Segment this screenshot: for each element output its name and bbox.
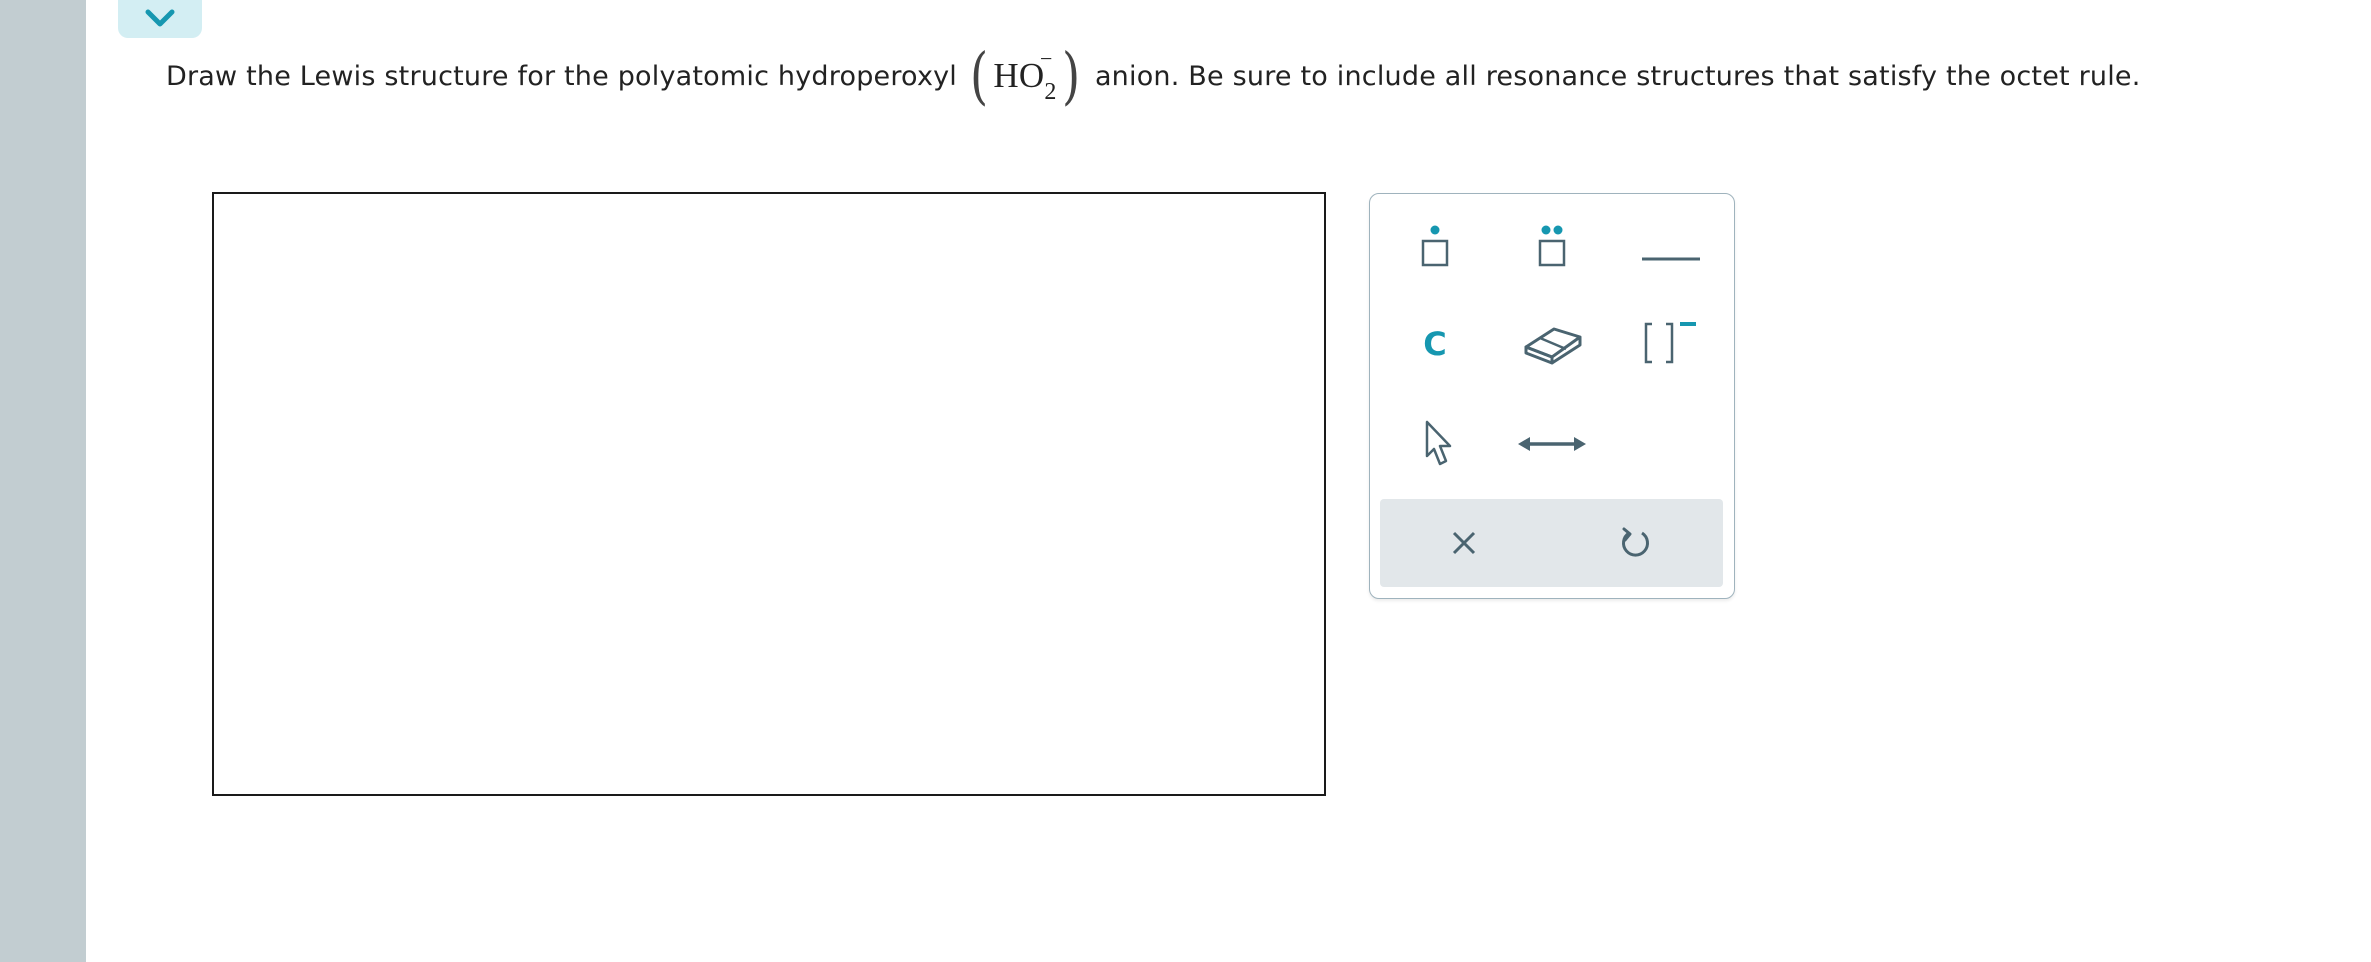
single-bond-tool-button[interactable] <box>1626 208 1716 284</box>
chemical-formula: ( HO2− ) <box>967 45 1083 107</box>
question-prompt: Draw the Lewis structure for the polyato… <box>166 36 2141 116</box>
select-tool-button[interactable] <box>1390 406 1480 482</box>
lone-pair-tool-button[interactable] <box>1507 208 1597 284</box>
atom-tool-button[interactable]: C <box>1390 306 1480 382</box>
formula-open-paren: ( <box>970 39 989 112</box>
prompt-text-before: Draw the Lewis structure for the polyato… <box>166 60 957 92</box>
palette-footer <box>1380 499 1723 587</box>
bracket-charge-icon <box>1644 322 1696 364</box>
cursor-arrow-icon <box>1425 420 1452 466</box>
single-electron-dot-icon <box>1421 225 1449 267</box>
clear-button[interactable] <box>1419 499 1509 587</box>
undo-button[interactable] <box>1590 499 1680 587</box>
close-icon <box>1452 531 1476 555</box>
resonance-arrow-icon <box>1518 437 1586 451</box>
bracket-charge-tool-button[interactable] <box>1626 306 1716 382</box>
prompt-text-after: anion. Be sure to include all resonance … <box>1094 60 2141 92</box>
eraser-icon <box>1524 327 1582 365</box>
single-dot-tool-button[interactable] <box>1390 208 1480 284</box>
formula-charge: − <box>1039 46 1053 71</box>
tool-palette: C <box>1369 193 1735 599</box>
formula-subscript: 2 <box>1044 79 1057 105</box>
formula-close-paren: ) <box>1061 39 1080 112</box>
formula-main: HO <box>993 56 1045 95</box>
formula-text: HO2 − <box>991 46 1058 105</box>
resonance-arrow-tool-button[interactable] <box>1507 406 1597 482</box>
collapse-toggle-button[interactable] <box>118 0 202 38</box>
undo-icon <box>1622 527 1649 557</box>
drawing-canvas[interactable] <box>212 192 1326 796</box>
chevron-down-icon <box>145 9 175 27</box>
lone-pair-dots-icon <box>1538 225 1566 267</box>
left-rail <box>0 0 86 962</box>
eraser-tool-button[interactable] <box>1507 306 1597 382</box>
single-bond-icon <box>1642 257 1700 261</box>
carbon-atom-icon: C <box>1423 325 1447 363</box>
